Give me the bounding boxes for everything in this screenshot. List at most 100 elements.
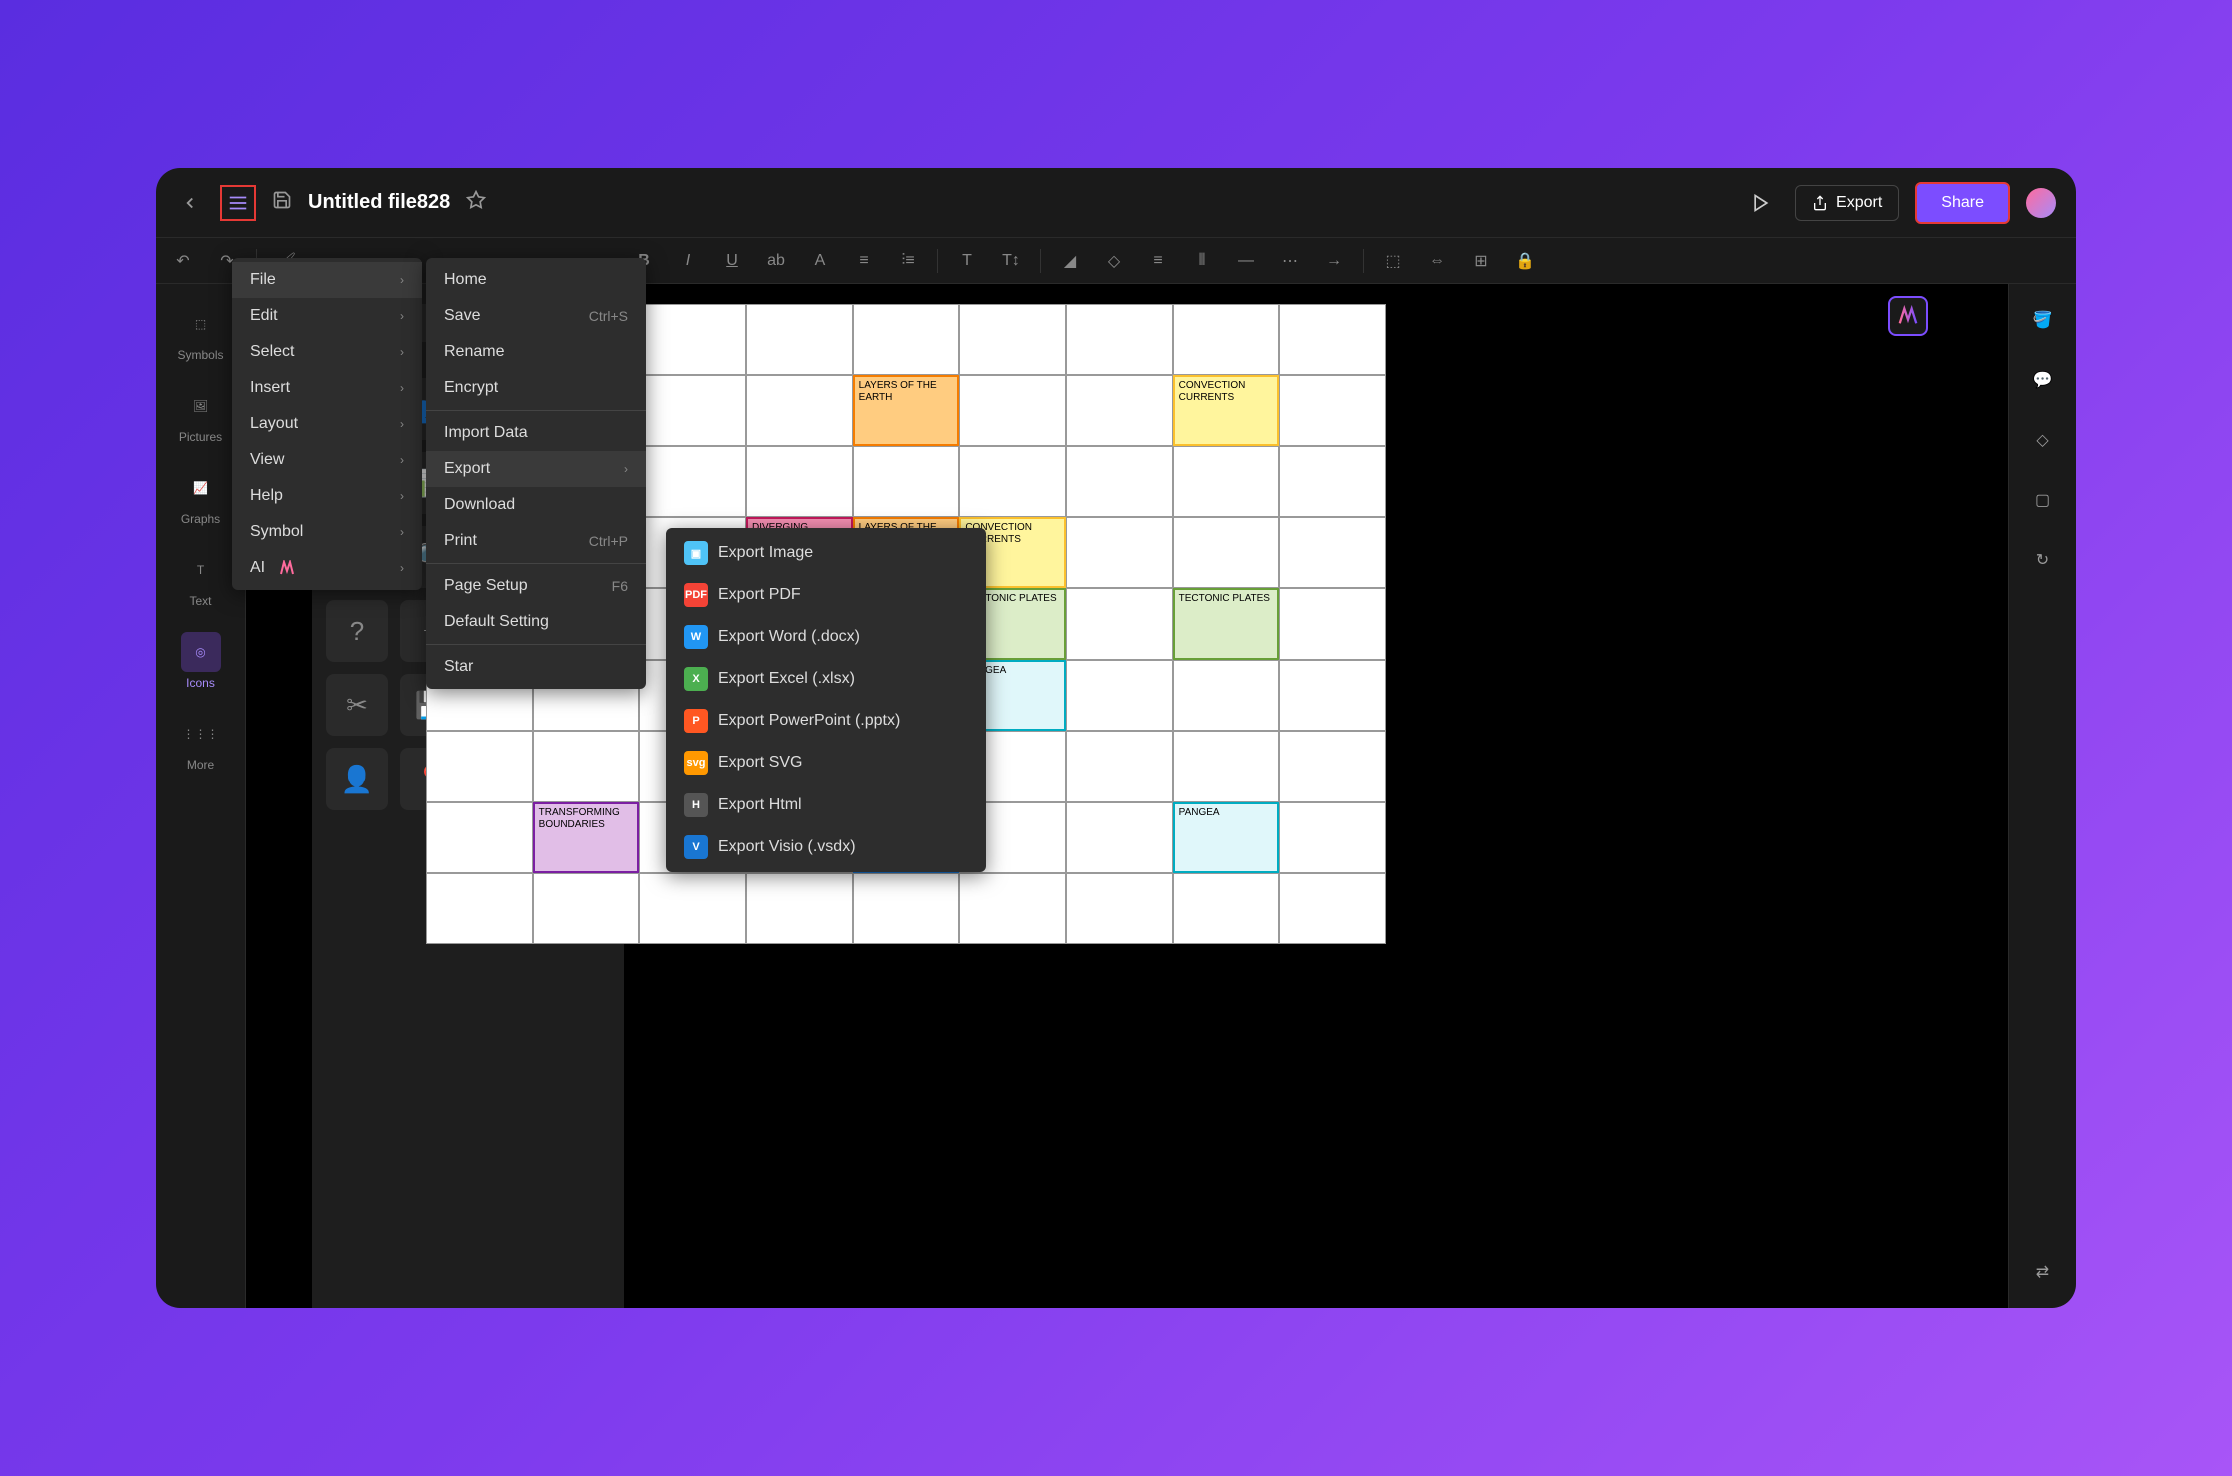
menu-item[interactable]: Page SetupF6	[426, 568, 646, 604]
ai-badge[interactable]	[1888, 296, 1928, 336]
grid-cell[interactable]	[1279, 802, 1386, 873]
font-color-icon[interactable]: A	[805, 246, 835, 276]
grid-cell[interactable]	[1066, 517, 1173, 588]
grid-cell[interactable]	[746, 304, 853, 375]
menu-item[interactable]: Star	[426, 649, 646, 685]
strikethrough-icon[interactable]: ab	[761, 246, 791, 276]
grid-cell[interactable]	[959, 375, 1066, 446]
grid-cell[interactable]	[1173, 731, 1280, 802]
history-icon[interactable]: ↻	[2027, 544, 2059, 576]
grid-cell[interactable]	[1066, 304, 1173, 375]
grid-cell[interactable]	[853, 446, 960, 517]
settings-toggle-icon[interactable]: ⇄	[2027, 1256, 2059, 1288]
sidebar-item-pictures[interactable]: 🖼Pictures	[179, 386, 222, 444]
align-vertical-icon[interactable]: ⫶≡	[893, 246, 923, 276]
layer-icon[interactable]: ⬚	[1378, 246, 1408, 276]
sidebar-item-graphs[interactable]: 📈Graphs	[181, 468, 221, 526]
underline-icon[interactable]: U	[717, 246, 747, 276]
grid-cell[interactable]: LAYERS OF THE EARTH	[853, 375, 960, 446]
grid-cell[interactable]	[959, 446, 1066, 517]
menu-item[interactable]: Export›	[426, 451, 646, 487]
line-dashed-icon[interactable]: ⋯	[1275, 246, 1305, 276]
presentation-icon[interactable]: ▢	[2027, 484, 2059, 516]
menu-item[interactable]: File›	[232, 262, 422, 298]
grid-cell[interactable]	[533, 731, 640, 802]
menu-item[interactable]: Default Setting	[426, 604, 646, 640]
grid-cell[interactable]	[639, 375, 746, 446]
icon-library-item[interactable]: ?	[326, 600, 388, 662]
shapes-icon[interactable]: ◇	[2027, 424, 2059, 456]
grid-cell[interactable]	[853, 873, 960, 944]
export-menu-item[interactable]: PExport PowerPoint (.pptx)	[666, 700, 986, 742]
share-button[interactable]: Share	[1915, 182, 2010, 224]
grid-cell[interactable]	[1279, 304, 1386, 375]
menu-item[interactable]: PrintCtrl+P	[426, 523, 646, 559]
play-button[interactable]	[1743, 185, 1779, 221]
grid-cell[interactable]	[639, 446, 746, 517]
grid-cell[interactable]	[1279, 588, 1386, 659]
sidebar-item-icons[interactable]: ◎Icons	[181, 632, 221, 690]
menu-item[interactable]: View›	[232, 442, 422, 478]
grid-cell[interactable]: TRANSFORMING BOUNDARIES	[533, 802, 640, 873]
menu-item[interactable]: Symbol›	[232, 514, 422, 550]
grid-cell[interactable]	[533, 873, 640, 944]
grid-cell[interactable]	[1173, 304, 1280, 375]
grid-cell[interactable]	[746, 873, 853, 944]
mirror-icon[interactable]: ⇔	[1422, 246, 1452, 276]
grid-cell[interactable]	[853, 304, 960, 375]
menu-item[interactable]: Encrypt	[426, 370, 646, 406]
line-spacing-icon[interactable]: ⫴	[1187, 246, 1217, 276]
back-button[interactable]	[176, 189, 204, 217]
star-icon[interactable]	[466, 190, 486, 215]
menu-item[interactable]: SaveCtrl+S	[426, 298, 646, 334]
sidebar-item-more[interactable]: ⋮⋮⋮More	[181, 714, 221, 772]
grid-cell[interactable]	[1066, 375, 1173, 446]
grid-cell[interactable]	[746, 375, 853, 446]
menu-item[interactable]: Insert›	[232, 370, 422, 406]
grid-cell[interactable]	[426, 873, 533, 944]
export-menu-item[interactable]: VExport Visio (.vsdx)	[666, 826, 986, 868]
menu-item[interactable]: Help›	[232, 478, 422, 514]
grid-cell[interactable]	[959, 873, 1066, 944]
grid-cell[interactable]	[1279, 873, 1386, 944]
grid-cell[interactable]	[746, 446, 853, 517]
hamburger-menu-button[interactable]	[220, 185, 256, 221]
grid-cell[interactable]	[639, 873, 746, 944]
grid-cell[interactable]	[1173, 446, 1280, 517]
grid-cell[interactable]	[1066, 588, 1173, 659]
line-solid-icon[interactable]: —	[1231, 246, 1261, 276]
grid-cell[interactable]	[1173, 873, 1280, 944]
grid-cell[interactable]	[1279, 446, 1386, 517]
file-title[interactable]: Untitled file828	[308, 191, 450, 214]
grid-cell[interactable]	[1279, 660, 1386, 731]
export-button[interactable]: Export	[1795, 185, 1899, 221]
user-avatar[interactable]	[2026, 188, 2056, 218]
grid-cell[interactable]	[1173, 660, 1280, 731]
text-direction-icon[interactable]: T↕	[996, 246, 1026, 276]
line-style-icon[interactable]: ≡	[1143, 246, 1173, 276]
menu-item[interactable]: Select›	[232, 334, 422, 370]
sidebar-item-symbols[interactable]: ⬚Symbols	[177, 304, 223, 362]
grid-cell[interactable]	[1066, 446, 1173, 517]
group-icon[interactable]: ⊞	[1466, 246, 1496, 276]
menu-item[interactable]: AI›	[232, 550, 422, 586]
undo-icon[interactable]: ↶	[168, 246, 198, 276]
export-menu-item[interactable]: svgExport SVG	[666, 742, 986, 784]
menu-item[interactable]: Home	[426, 262, 646, 298]
menu-item[interactable]: Import Data	[426, 415, 646, 451]
grid-cell[interactable]: TECTONIC PLATES	[1173, 588, 1280, 659]
grid-cell[interactable]	[1279, 517, 1386, 588]
grid-cell[interactable]	[639, 304, 746, 375]
icon-library-item[interactable]: 👤	[326, 748, 388, 810]
grid-cell[interactable]	[1066, 802, 1173, 873]
grid-cell[interactable]: CONVECTION CURRENTS	[1173, 375, 1280, 446]
comment-icon[interactable]: 💬	[2027, 364, 2059, 396]
icon-library-item[interactable]: ✂	[326, 674, 388, 736]
export-menu-item[interactable]: WExport Word (.docx)	[666, 616, 986, 658]
menu-item[interactable]: Edit›	[232, 298, 422, 334]
grid-cell[interactable]	[426, 802, 533, 873]
grid-cell[interactable]	[1066, 660, 1173, 731]
grid-cell[interactable]	[1066, 873, 1173, 944]
export-menu-item[interactable]: PDFExport PDF	[666, 574, 986, 616]
sidebar-item-text[interactable]: TText	[181, 550, 221, 608]
